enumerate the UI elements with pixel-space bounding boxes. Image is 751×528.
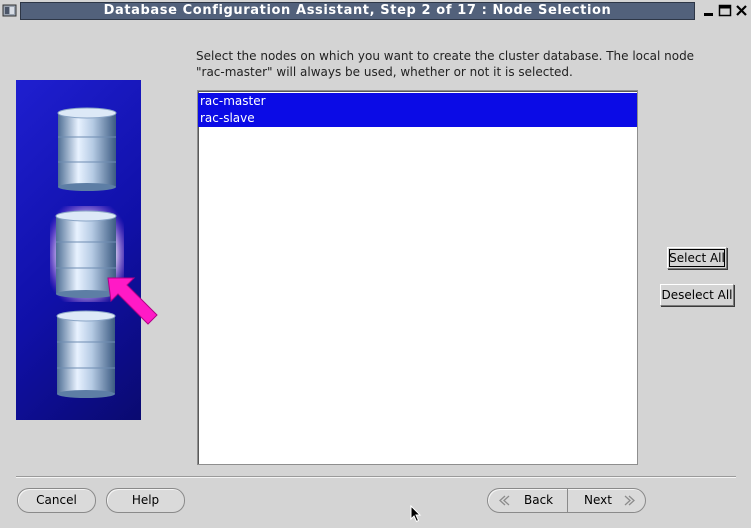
back-button[interactable]: Back [488, 489, 567, 512]
node-item-rac-master[interactable]: rac-master [198, 93, 637, 110]
back-label: Back [524, 493, 554, 507]
next-button[interactable]: Next [568, 489, 646, 512]
app-menu-icon[interactable] [2, 3, 17, 18]
instruction-text: Select the nodes on which you want to cr… [196, 49, 695, 79]
mouse-cursor-icon [410, 505, 422, 523]
select-all-button[interactable]: Select All [667, 247, 727, 269]
pointer-arrow-icon [107, 277, 158, 325]
window-title: Database Configuration Assistant, Step 2… [20, 2, 695, 20]
node-item-rac-slave[interactable]: rac-slave [198, 110, 637, 127]
minimize-icon[interactable] [702, 3, 716, 18]
footer-separator [16, 476, 736, 478]
deselect-all-button[interactable]: Deselect All [660, 284, 734, 306]
database-cylinder-icon [56, 310, 116, 398]
database-cylinder-icon [57, 107, 117, 191]
next-label: Next [584, 493, 612, 507]
navigation-group: Back Next [487, 488, 646, 513]
help-button[interactable]: Help [106, 488, 185, 513]
node-list[interactable]: rac-master rac-slave [197, 90, 638, 465]
close-icon[interactable] [735, 3, 749, 18]
window-titlebar[interactable]: Database Configuration Assistant, Step 2… [0, 0, 751, 22]
maximize-icon[interactable] [718, 3, 732, 18]
cancel-button[interactable]: Cancel [17, 488, 96, 513]
wizard-illustration [16, 80, 158, 420]
back-chevron-icon [499, 495, 510, 506]
next-chevron-icon [624, 495, 635, 506]
